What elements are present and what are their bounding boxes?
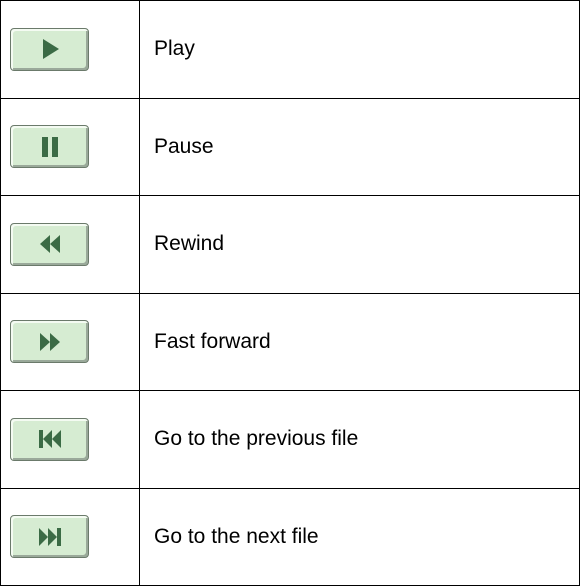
playback-controls-table: Play Pause Rewind Fast forward Go to the… (0, 0, 580, 586)
table-row: Go to the next file (0, 487, 580, 586)
fast-forward-icon (39, 332, 60, 351)
next-file-icon (38, 527, 61, 546)
row-label: Go to the next file (139, 487, 580, 586)
icon-cell (0, 487, 140, 586)
play-button[interactable] (10, 27, 89, 71)
icon-cell (0, 292, 140, 391)
table-row: Pause (0, 97, 580, 196)
rewind-button[interactable] (10, 222, 89, 266)
row-label: Pause (139, 97, 580, 196)
row-label: Rewind (139, 195, 580, 294)
play-icon (42, 39, 59, 60)
row-label: Go to the previous file (139, 390, 580, 489)
icon-cell (0, 195, 140, 294)
table-row: Rewind (0, 195, 580, 294)
pause-button[interactable] (10, 125, 89, 169)
previous-file-button[interactable] (10, 417, 89, 461)
icon-cell (0, 0, 140, 99)
row-label: Fast forward (139, 292, 580, 391)
row-label: Play (139, 0, 580, 99)
pause-icon (41, 136, 58, 157)
fast-forward-button[interactable] (10, 320, 89, 364)
next-file-button[interactable] (10, 515, 89, 559)
previous-file-icon (38, 430, 61, 449)
icon-cell (0, 390, 140, 489)
table-row: Play (0, 0, 580, 99)
table-row: Fast forward (0, 292, 580, 391)
table-row: Go to the previous file (0, 390, 580, 489)
rewind-icon (39, 235, 60, 254)
icon-cell (0, 97, 140, 196)
